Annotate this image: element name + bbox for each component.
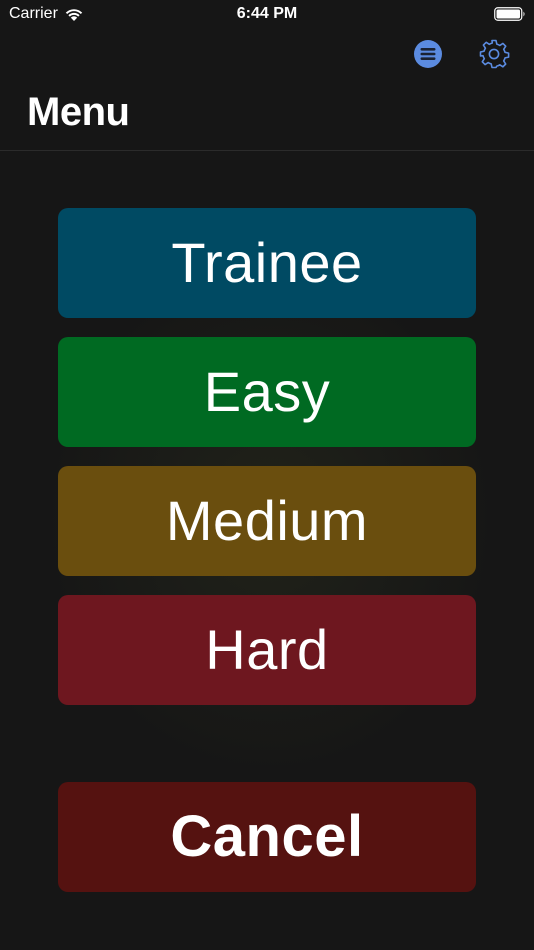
medium-button[interactable]: Medium [58, 466, 476, 576]
status-time: 6:44 PM [236, 5, 298, 22]
easy-button[interactable]: Easy [58, 337, 476, 447]
nav-divider [0, 150, 534, 151]
hard-button[interactable]: Hard [58, 595, 476, 705]
trainee-button[interactable]: Trainee [58, 208, 476, 318]
cancel-button[interactable]: Cancel [58, 782, 476, 892]
list-icon[interactable] [412, 38, 444, 70]
page-title: Menu [27, 90, 130, 134]
gear-icon[interactable] [478, 38, 510, 70]
menu-screen: Carrier 6:44 PM Menu Trainee Easy Medium… [0, 0, 534, 950]
status-bar: Carrier 6:44 PM [0, 0, 534, 30]
battery-icon [494, 7, 525, 21]
